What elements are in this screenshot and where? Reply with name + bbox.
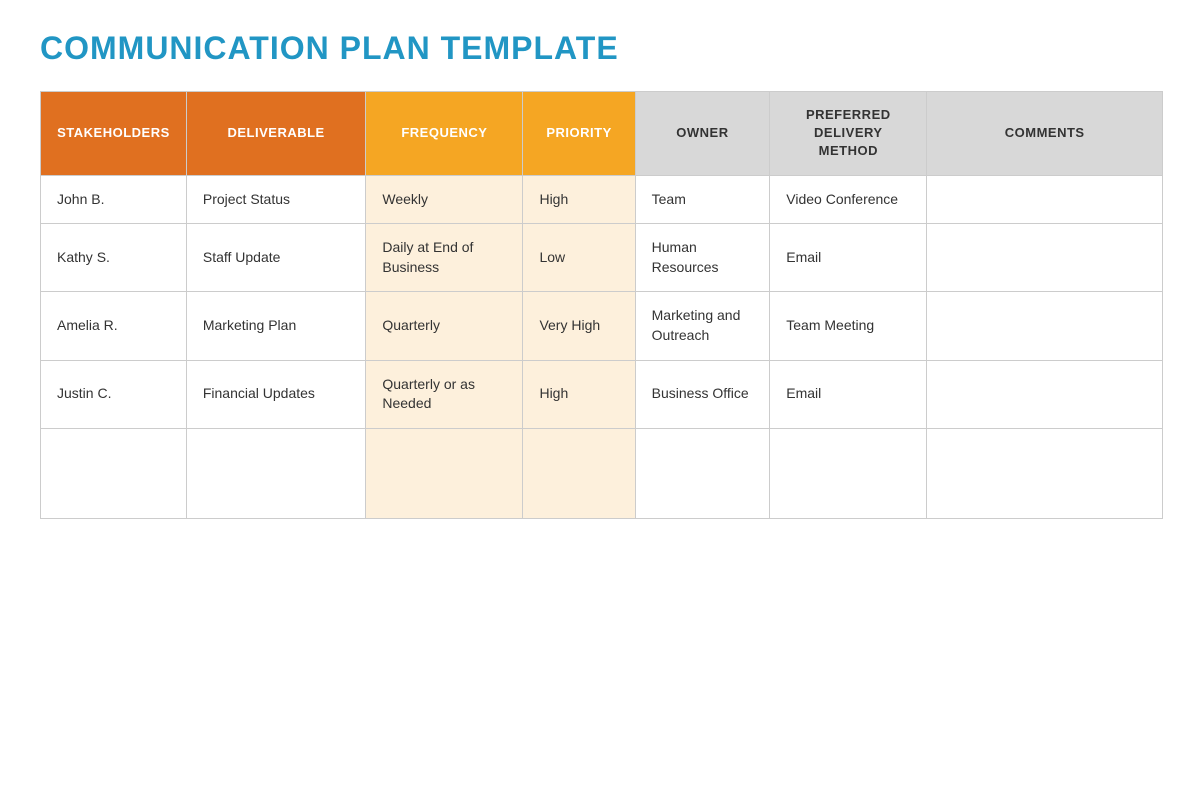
cell-stakeholder: Justin C. (41, 360, 187, 428)
table-row (41, 428, 1163, 518)
cell-frequency: Weekly (366, 175, 523, 224)
header-priority: PRIORITY (523, 92, 635, 176)
header-frequency: FREQUENCY (366, 92, 523, 176)
table-row: Kathy S.Staff UpdateDaily at End of Busi… (41, 224, 1163, 292)
cell-frequency: Daily at End of Business (366, 224, 523, 292)
header-deliverable: DELIVERABLE (186, 92, 366, 176)
cell-frequency (366, 428, 523, 518)
cell-priority: High (523, 360, 635, 428)
cell-owner: Marketing and Outreach (635, 292, 770, 360)
cell-owner (635, 428, 770, 518)
cell-comments (927, 360, 1163, 428)
header-delivery-method: PREFERRED DELIVERY METHOD (770, 92, 927, 176)
cell-stakeholder: Amelia R. (41, 292, 187, 360)
page-title: COMMUNICATION PLAN TEMPLATE (40, 30, 1163, 67)
cell-comments (927, 292, 1163, 360)
cell-stakeholder: Kathy S. (41, 224, 187, 292)
cell-comments (927, 224, 1163, 292)
table-row: Justin C.Financial UpdatesQuarterly or a… (41, 360, 1163, 428)
cell-deliverable (186, 428, 366, 518)
header-comments: COMMENTS (927, 92, 1163, 176)
header-owner: OWNER (635, 92, 770, 176)
cell-delivery-method (770, 428, 927, 518)
cell-delivery-method: Video Conference (770, 175, 927, 224)
cell-frequency: Quarterly (366, 292, 523, 360)
cell-owner: Human Resources (635, 224, 770, 292)
cell-stakeholder: John B. (41, 175, 187, 224)
cell-delivery-method: Team Meeting (770, 292, 927, 360)
cell-owner: Business Office (635, 360, 770, 428)
cell-priority (523, 428, 635, 518)
cell-delivery-method: Email (770, 360, 927, 428)
cell-priority: High (523, 175, 635, 224)
table-row: Amelia R.Marketing PlanQuarterlyVery Hig… (41, 292, 1163, 360)
cell-deliverable: Project Status (186, 175, 366, 224)
cell-comments (927, 175, 1163, 224)
table-header-row: STAKEHOLDERS DELIVERABLE FREQUENCY PRIOR… (41, 92, 1163, 176)
cell-stakeholder (41, 428, 187, 518)
cell-deliverable: Staff Update (186, 224, 366, 292)
cell-delivery-method: Email (770, 224, 927, 292)
cell-owner: Team (635, 175, 770, 224)
cell-deliverable: Financial Updates (186, 360, 366, 428)
cell-priority: Very High (523, 292, 635, 360)
cell-comments (927, 428, 1163, 518)
table-row: John B.Project StatusWeeklyHighTeamVideo… (41, 175, 1163, 224)
header-stakeholders: STAKEHOLDERS (41, 92, 187, 176)
cell-deliverable: Marketing Plan (186, 292, 366, 360)
cell-frequency: Quarterly or as Needed (366, 360, 523, 428)
cell-priority: Low (523, 224, 635, 292)
communication-plan-table: STAKEHOLDERS DELIVERABLE FREQUENCY PRIOR… (40, 91, 1163, 519)
